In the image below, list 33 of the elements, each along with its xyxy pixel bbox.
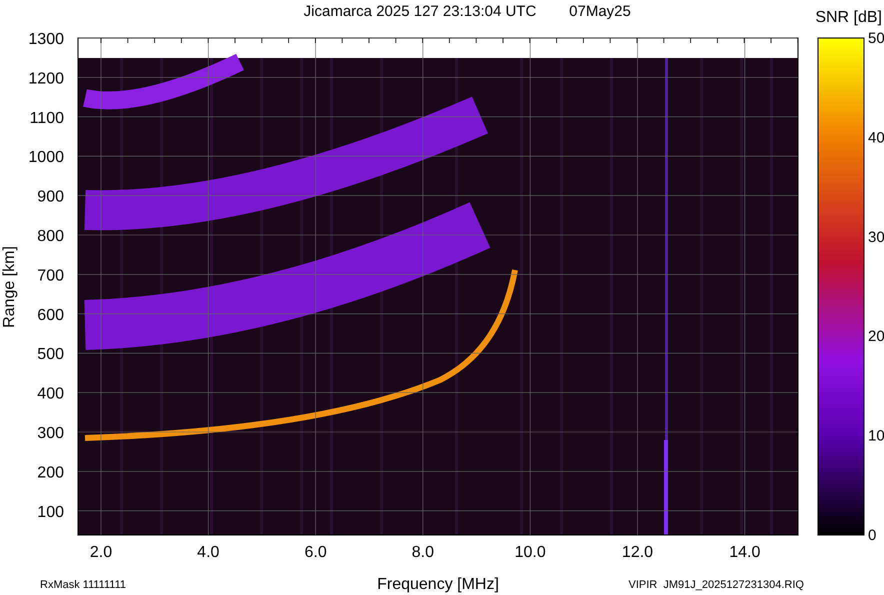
axis-tick-label: 1200	[28, 70, 64, 88]
axis-tick-label: 14.0	[729, 544, 760, 561]
axis-tick-label: 900	[37, 188, 64, 206]
axis-tick-label: 600	[37, 306, 64, 324]
colorbar-label: SNR [dB]	[815, 9, 882, 26]
axis-tick-label: 1300	[28, 31, 64, 48]
axis-tick-label: 700	[37, 267, 64, 284]
axis-tick-label: 100	[37, 504, 64, 521]
rx-mask-text: RxMask 11111111	[40, 579, 126, 591]
axis-tick-label: 400	[37, 386, 64, 403]
axis-tick-label: 200	[37, 464, 64, 482]
axis-tick-label: 2.0	[90, 544, 112, 561]
axis-tick-label: 800	[37, 228, 64, 245]
axis-tick-label: 12.0	[622, 544, 654, 561]
axis-tick-label: 500	[37, 346, 64, 364]
y-axis-label: Range [km]	[1, 246, 18, 328]
colorbar-tick-label: 50	[868, 30, 884, 47]
axis-tick-label: 1100	[30, 110, 64, 127]
colorbar-tick-label: 40	[868, 129, 884, 146]
axis-tick-label: 10.0	[514, 544, 546, 561]
axis-tick-label: 300	[37, 425, 64, 442]
axis-tick-label: 8.0	[412, 544, 434, 561]
axis-tick-label: 6.0	[304, 544, 327, 561]
colorbar-tick-label: 30	[868, 228, 884, 246]
colorbar-tick-label: 20	[868, 328, 884, 346]
axis-tick-label: 1000	[28, 149, 64, 166]
axis-tick-label: 4.0	[197, 544, 220, 561]
colorbar-tick-label: 0	[868, 527, 876, 544]
x-axis-label: Frequency [MHz]	[377, 576, 499, 593]
colorbar-tick-label: 10	[868, 428, 884, 445]
plot-title: Jicamarca 2025 127 23:13:04 UTC	[304, 3, 536, 20]
file-name-text: VIPIR JM91J_2025127231304.RIQ	[628, 579, 804, 591]
plot-date: 07May25	[569, 3, 631, 20]
